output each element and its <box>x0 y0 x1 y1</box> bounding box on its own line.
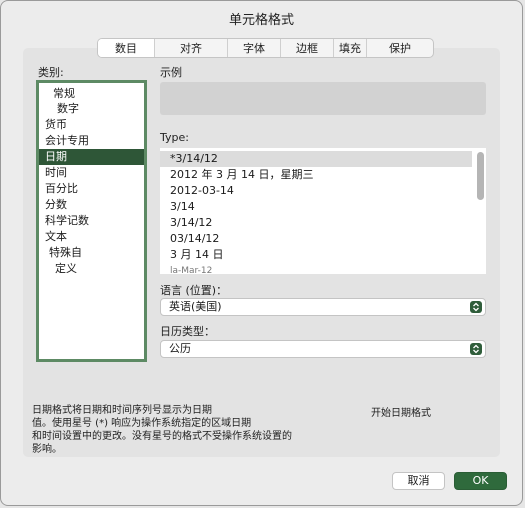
category-item-text[interactable]: 文本 <box>39 229 144 245</box>
description-line: 和时间设置中的更改。没有星号的格式不受操作系统设置的 <box>32 431 292 442</box>
type-item[interactable]: 3/14 <box>160 199 472 215</box>
calendar-select[interactable]: 公历 <box>160 340 486 358</box>
category-label: 类别: <box>38 66 64 79</box>
type-item[interactable]: 3 月 14 日 <box>160 247 472 263</box>
category-item-general[interactable]: 常规 <box>39 86 144 102</box>
format-cells-dialog: 单元格格式 数目 对齐 字体 边框 填充 保护 类别: 常规 数字 货币 会计专… <box>0 0 523 506</box>
type-item[interactable]: 2012-03-14 <box>160 183 472 199</box>
format-description: 日期格式将日期和时间序列号显示为日期 值。使用星号 (*) 响应为操作系统指定的… <box>32 404 332 456</box>
category-item-date[interactable]: 日期 <box>39 149 144 165</box>
description-line: 日期格式将日期和时间序列号显示为日期 <box>32 405 212 416</box>
category-list[interactable]: 常规 数字 货币 会计专用 日期 时间 百分比 分数 科学记数 文本 特殊自 定… <box>36 80 147 362</box>
locale-select[interactable]: 英语(美国) <box>160 298 486 316</box>
type-item[interactable]: 03/14/12 <box>160 231 472 247</box>
locale-label: 语言 (位置)： <box>160 284 228 297</box>
category-item-number[interactable]: 数字 <box>39 101 144 117</box>
category-item-special[interactable]: 特殊自 <box>39 245 144 261</box>
tab-font[interactable]: 字体 <box>227 39 280 57</box>
dialog-title: 单元格格式 <box>228 13 294 28</box>
calendar-value: 公历 <box>169 342 191 355</box>
tab-alignment[interactable]: 对齐 <box>154 39 227 57</box>
category-item-percentage[interactable]: 百分比 <box>39 181 144 197</box>
tab-protection[interactable]: 保护 <box>366 39 433 57</box>
type-item[interactable]: 3/14/12 <box>160 215 472 231</box>
locale-value: 英语(美国) <box>169 300 222 313</box>
tab-number[interactable]: 数目 <box>98 39 154 57</box>
type-item[interactable]: la-Mar-12 <box>160 263 472 274</box>
category-item-fraction[interactable]: 分数 <box>39 197 144 213</box>
category-item-time[interactable]: 时间 <box>39 165 144 181</box>
category-item-scientific[interactable]: 科学记数 <box>39 213 144 229</box>
category-item-accounting[interactable]: 会计专用 <box>39 133 144 149</box>
sample-label: 示例 <box>160 66 182 79</box>
type-list[interactable]: *3/14/12 2012 年 3 月 14 日，星期三 2012-03-14 … <box>160 148 486 274</box>
description-line: 值。使用星号 (*) 响应为操作系统指定的区域日期 <box>32 418 252 429</box>
category-item-currency[interactable]: 货币 <box>39 117 144 133</box>
type-item[interactable]: 2012 年 3 月 14 日，星期三 <box>160 167 472 183</box>
calendar-label: 日历类型： <box>160 325 215 338</box>
tab-border[interactable]: 边框 <box>280 39 333 57</box>
sample-preview <box>160 82 486 115</box>
scrollbar-thumb[interactable] <box>477 152 484 200</box>
updown-chevron-icon <box>470 343 482 355</box>
type-item[interactable]: *3/14/12 <box>160 151 472 167</box>
tab-bar: 数目 对齐 字体 边框 填充 保护 <box>97 38 434 58</box>
tab-fill[interactable]: 填充 <box>333 39 366 57</box>
updown-chevron-icon <box>470 301 482 313</box>
description-line: 影响。 <box>32 444 62 455</box>
type-list-scrollbar[interactable] <box>476 152 484 270</box>
cancel-button[interactable]: 取消 <box>392 472 445 490</box>
category-item-custom[interactable]: 定义 <box>39 261 144 277</box>
type-label: Type: <box>160 131 189 144</box>
start-date-format-label: 开始日期格式 <box>371 408 431 419</box>
ok-button[interactable]: OK <box>454 472 507 490</box>
